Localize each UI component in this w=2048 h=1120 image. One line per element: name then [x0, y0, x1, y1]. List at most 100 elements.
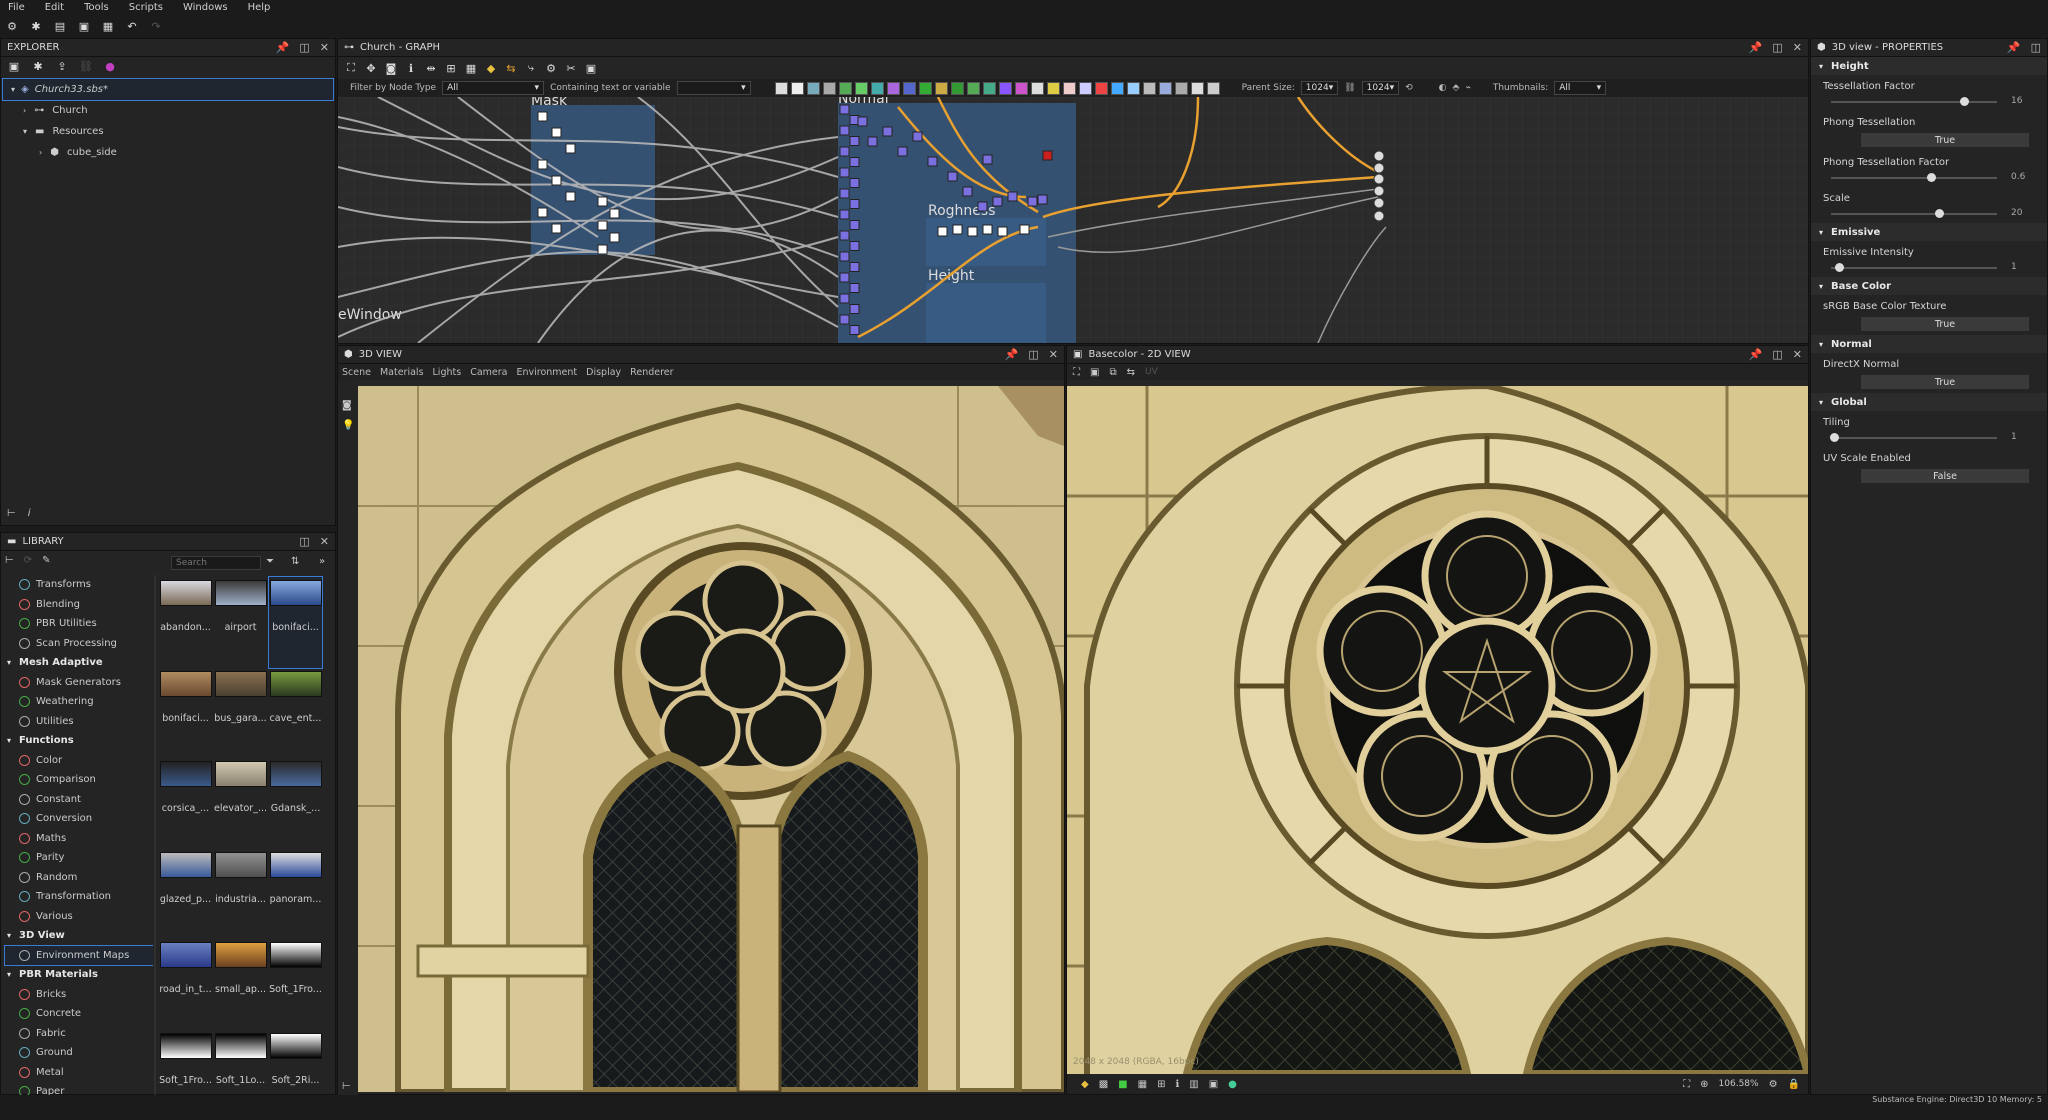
lock-icon[interactable]: 🔒: [1788, 1079, 1800, 1090]
graph-node[interactable]: [840, 126, 849, 135]
slider-knob[interactable]: [1927, 173, 1936, 182]
node-type-button[interactable]: [951, 82, 964, 95]
environment-thumbnail[interactable]: airport: [214, 577, 267, 668]
undo-icon[interactable]: ↶: [125, 19, 139, 33]
node-type-button[interactable]: [1175, 82, 1188, 95]
property-slider[interactable]: 0.6: [1831, 169, 2047, 187]
library-item[interactable]: Random: [5, 868, 153, 888]
library-item[interactable]: Fabric: [5, 1024, 153, 1044]
graph-node[interactable]: [948, 172, 957, 181]
export-icon[interactable]: ▣: [584, 61, 598, 75]
graph-node[interactable]: [840, 273, 849, 282]
edit-icon[interactable]: ✎: [42, 555, 50, 566]
environment-thumbnail[interactable]: industria...: [214, 849, 267, 940]
slider-track[interactable]: [1831, 177, 1997, 179]
graph-node[interactable]: [840, 252, 849, 261]
graph-node[interactable]: [538, 208, 547, 217]
library-item[interactable]: Color: [5, 751, 153, 771]
environment-thumbnail[interactable]: small_ap...: [214, 939, 267, 1030]
graph-node[interactable]: [552, 128, 561, 137]
hierarchy-icon[interactable]: ⊢: [342, 1081, 351, 1092]
graph-node[interactable]: [963, 187, 972, 196]
property-slider[interactable]: 1: [1831, 259, 2047, 277]
library-item[interactable]: Transforms: [5, 575, 153, 595]
new-package-icon[interactable]: ✱: [29, 19, 43, 33]
graph-node[interactable]: [850, 284, 859, 293]
graph-node[interactable]: [968, 227, 977, 236]
graph-node[interactable]: [850, 263, 859, 272]
info-icon[interactable]: ℹ: [404, 61, 418, 75]
node-type-button[interactable]: [903, 82, 916, 95]
slider-value[interactable]: 0.6: [2011, 172, 2025, 182]
library-item[interactable]: Blending: [5, 595, 153, 615]
library-category[interactable]: ▾PBR Materials: [5, 965, 153, 985]
save-icon[interactable]: ▣: [77, 19, 91, 33]
expand-icon[interactable]: ▾: [11, 85, 15, 94]
library-category[interactable]: ▾Mesh Adaptive: [5, 653, 153, 673]
collapse-icon[interactable]: ▾: [1819, 398, 1823, 407]
graph-node[interactable]: [1038, 195, 1047, 204]
refresh-icon[interactable]: ⟳: [24, 555, 32, 566]
node-type-button[interactable]: [1207, 82, 1220, 95]
menu-materials[interactable]: Materials: [380, 367, 424, 378]
copy-icon[interactable]: ⧉: [1109, 367, 1116, 378]
library-item[interactable]: Parity: [5, 848, 153, 868]
tile-icon[interactable]: ⊞: [1157, 1079, 1165, 1090]
graph-node[interactable]: [840, 210, 849, 219]
graph-node[interactable]: [850, 179, 859, 188]
settings-icon[interactable]: ⚙: [544, 61, 558, 75]
section-height[interactable]: ▾Height: [1811, 57, 2047, 75]
property-slider[interactable]: 1: [1831, 429, 2047, 447]
save-icon[interactable]: ▣: [1090, 367, 1099, 378]
graph-node[interactable]: [538, 160, 547, 169]
node-type-button[interactable]: [887, 82, 900, 95]
view3d-viewport[interactable]: [358, 386, 1064, 1092]
graph-node[interactable]: [978, 202, 987, 211]
graph-node[interactable]: [850, 326, 859, 335]
link-icon[interactable]: ⇆: [504, 61, 518, 75]
property-toggle-button[interactable]: True: [1861, 133, 2029, 147]
graph-canvas[interactable]: Mask Normal Roghness Height eWindow: [338, 97, 1808, 343]
output-node[interactable]: [1374, 174, 1384, 184]
layers-icon[interactable]: ◆: [1081, 1079, 1089, 1090]
camera-icon[interactable]: ◙: [342, 400, 352, 411]
library-category[interactable]: ▾3D View: [5, 926, 153, 946]
slider-track[interactable]: [1831, 437, 1997, 439]
menu-environment[interactable]: Environment: [516, 367, 577, 378]
environment-thumbnail[interactable]: panoram...: [269, 849, 322, 940]
graph-node[interactable]: [850, 221, 859, 230]
graph-node[interactable]: [610, 233, 619, 242]
library-item[interactable]: Conversion: [5, 809, 153, 829]
node-type-button[interactable]: [1015, 82, 1028, 95]
new-graph-icon[interactable]: ✱: [31, 59, 45, 73]
graph-node[interactable]: [913, 132, 922, 141]
expand-icon[interactable]: »: [319, 556, 325, 567]
environment-thumbnail[interactable]: Soft_2Ri...: [269, 1030, 322, 1120]
pin-icon[interactable]: ⬘: [1453, 83, 1460, 93]
link-icon[interactable]: ⛓: [79, 59, 93, 73]
collapse-icon[interactable]: ▾: [1819, 340, 1823, 349]
pin-icon[interactable]: 📌: [1005, 348, 1019, 361]
float-icon[interactable]: ◫: [1028, 348, 1038, 361]
menu-item-tools[interactable]: Tools: [84, 2, 109, 13]
output-node[interactable]: [1374, 211, 1384, 221]
tools-icon[interactable]: ✂: [564, 61, 578, 75]
library-item[interactable]: Metal: [5, 1063, 153, 1083]
graph-node[interactable]: [883, 127, 892, 136]
graph-node[interactable]: [850, 242, 859, 251]
graph-node[interactable]: [566, 144, 575, 153]
graph-node[interactable]: [566, 192, 575, 201]
environment-thumbnail[interactable]: Soft_1Fro...: [269, 939, 322, 1030]
node-type-button[interactable]: [775, 82, 788, 95]
graph-node[interactable]: [850, 137, 859, 146]
menu-item-scripts[interactable]: Scripts: [129, 2, 163, 13]
environment-thumbnail[interactable]: elevator_...: [214, 758, 267, 849]
graph-node[interactable]: [858, 117, 867, 126]
graph-node[interactable]: [850, 158, 859, 167]
graph-node[interactable]: [598, 245, 607, 254]
open-icon[interactable]: ▤: [53, 19, 67, 33]
export-icon[interactable]: ▣: [1209, 1079, 1218, 1090]
graph-node[interactable]: [850, 305, 859, 314]
slider-value[interactable]: 1: [2011, 432, 2017, 442]
menu-camera[interactable]: Camera: [470, 367, 507, 378]
